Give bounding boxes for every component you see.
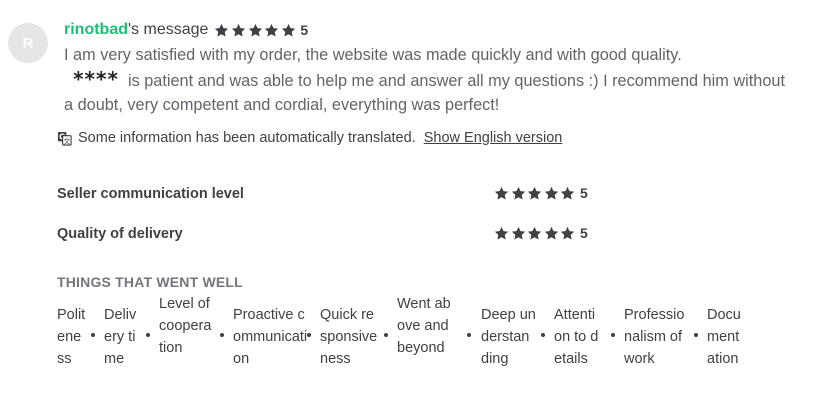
star-icon bbox=[494, 186, 509, 201]
review-rating-value: 5 bbox=[300, 22, 309, 38]
star-icon bbox=[281, 23, 296, 38]
bullet-dot bbox=[307, 333, 311, 337]
things-went-well-title: THINGS THAT WENT WELL bbox=[57, 274, 243, 290]
bullet-dot bbox=[91, 333, 95, 337]
star-icon bbox=[527, 186, 542, 201]
bullet-dot bbox=[467, 333, 471, 337]
bullet-dot bbox=[694, 333, 698, 337]
tag-proactive-communication: Proactive communication bbox=[233, 307, 308, 367]
star-icon bbox=[231, 23, 246, 38]
translation-notice: G文 Some information has been automatical… bbox=[57, 128, 562, 148]
quality-of-delivery-rating: 5 bbox=[494, 225, 588, 241]
star-icon bbox=[494, 226, 509, 241]
quality-of-delivery-value: 5 bbox=[579, 225, 588, 241]
translate-icon: G文 bbox=[57, 131, 72, 146]
star-icon bbox=[214, 23, 229, 38]
review-text: I am very satisfied with my order, the w… bbox=[64, 43, 794, 117]
review-stars bbox=[214, 23, 297, 38]
tag-deep-understanding: Deep understanding bbox=[481, 307, 536, 367]
bullet-dot bbox=[611, 333, 615, 337]
star-icon bbox=[248, 23, 263, 38]
bullet-dot bbox=[146, 333, 150, 337]
bullet-dot bbox=[541, 333, 545, 337]
review-text-after: is patient and was able to help me and a… bbox=[64, 72, 785, 114]
bullet-dot bbox=[220, 333, 224, 337]
star-icon bbox=[264, 23, 279, 38]
star-icon bbox=[544, 186, 559, 201]
masked-seller-name: **** bbox=[73, 67, 119, 91]
star-icon bbox=[511, 226, 526, 241]
star-icon bbox=[544, 226, 559, 241]
star-icon bbox=[560, 186, 575, 201]
tag-professionalism-of-work: Professionalism of work bbox=[624, 307, 685, 367]
review-text-before: I am very satisfied with my order, the w… bbox=[64, 46, 682, 64]
tag-attention-to-details: Attention to details bbox=[554, 307, 599, 367]
tag-documentation: Documentation bbox=[707, 307, 741, 367]
message-suffix: 's message bbox=[128, 21, 209, 38]
show-english-link[interactable]: Show English version bbox=[424, 130, 563, 146]
star-icon bbox=[560, 226, 575, 241]
tag-quick-responsiveness: Quick responsiveness bbox=[320, 307, 378, 367]
avatar-letter: R bbox=[22, 34, 34, 52]
svg-text:文: 文 bbox=[64, 136, 71, 145]
bullet-dot bbox=[384, 333, 388, 337]
translation-notice-text: Some information has been automatically … bbox=[78, 130, 416, 146]
avatar[interactable]: R bbox=[8, 23, 48, 63]
tag-level-of-cooperation: Level of cooperation bbox=[159, 296, 212, 356]
tag-politeness: Politeness bbox=[57, 307, 86, 367]
star-icon bbox=[511, 186, 526, 201]
reviewer-username[interactable]: rinotbad bbox=[64, 21, 128, 39]
star-icon bbox=[527, 226, 542, 241]
quality-of-delivery-label: Quality of delivery bbox=[57, 226, 183, 242]
tag-went-above-and-beyond: Went above and beyond bbox=[397, 296, 451, 356]
seller-communication-rating: 5 bbox=[494, 185, 588, 201]
tag-delivery-time: Delivery time bbox=[104, 307, 137, 367]
review-header: rinotbad 's message 5 bbox=[64, 19, 308, 41]
seller-communication-label: Seller communication level bbox=[57, 186, 244, 202]
seller-communication-value: 5 bbox=[579, 185, 588, 201]
